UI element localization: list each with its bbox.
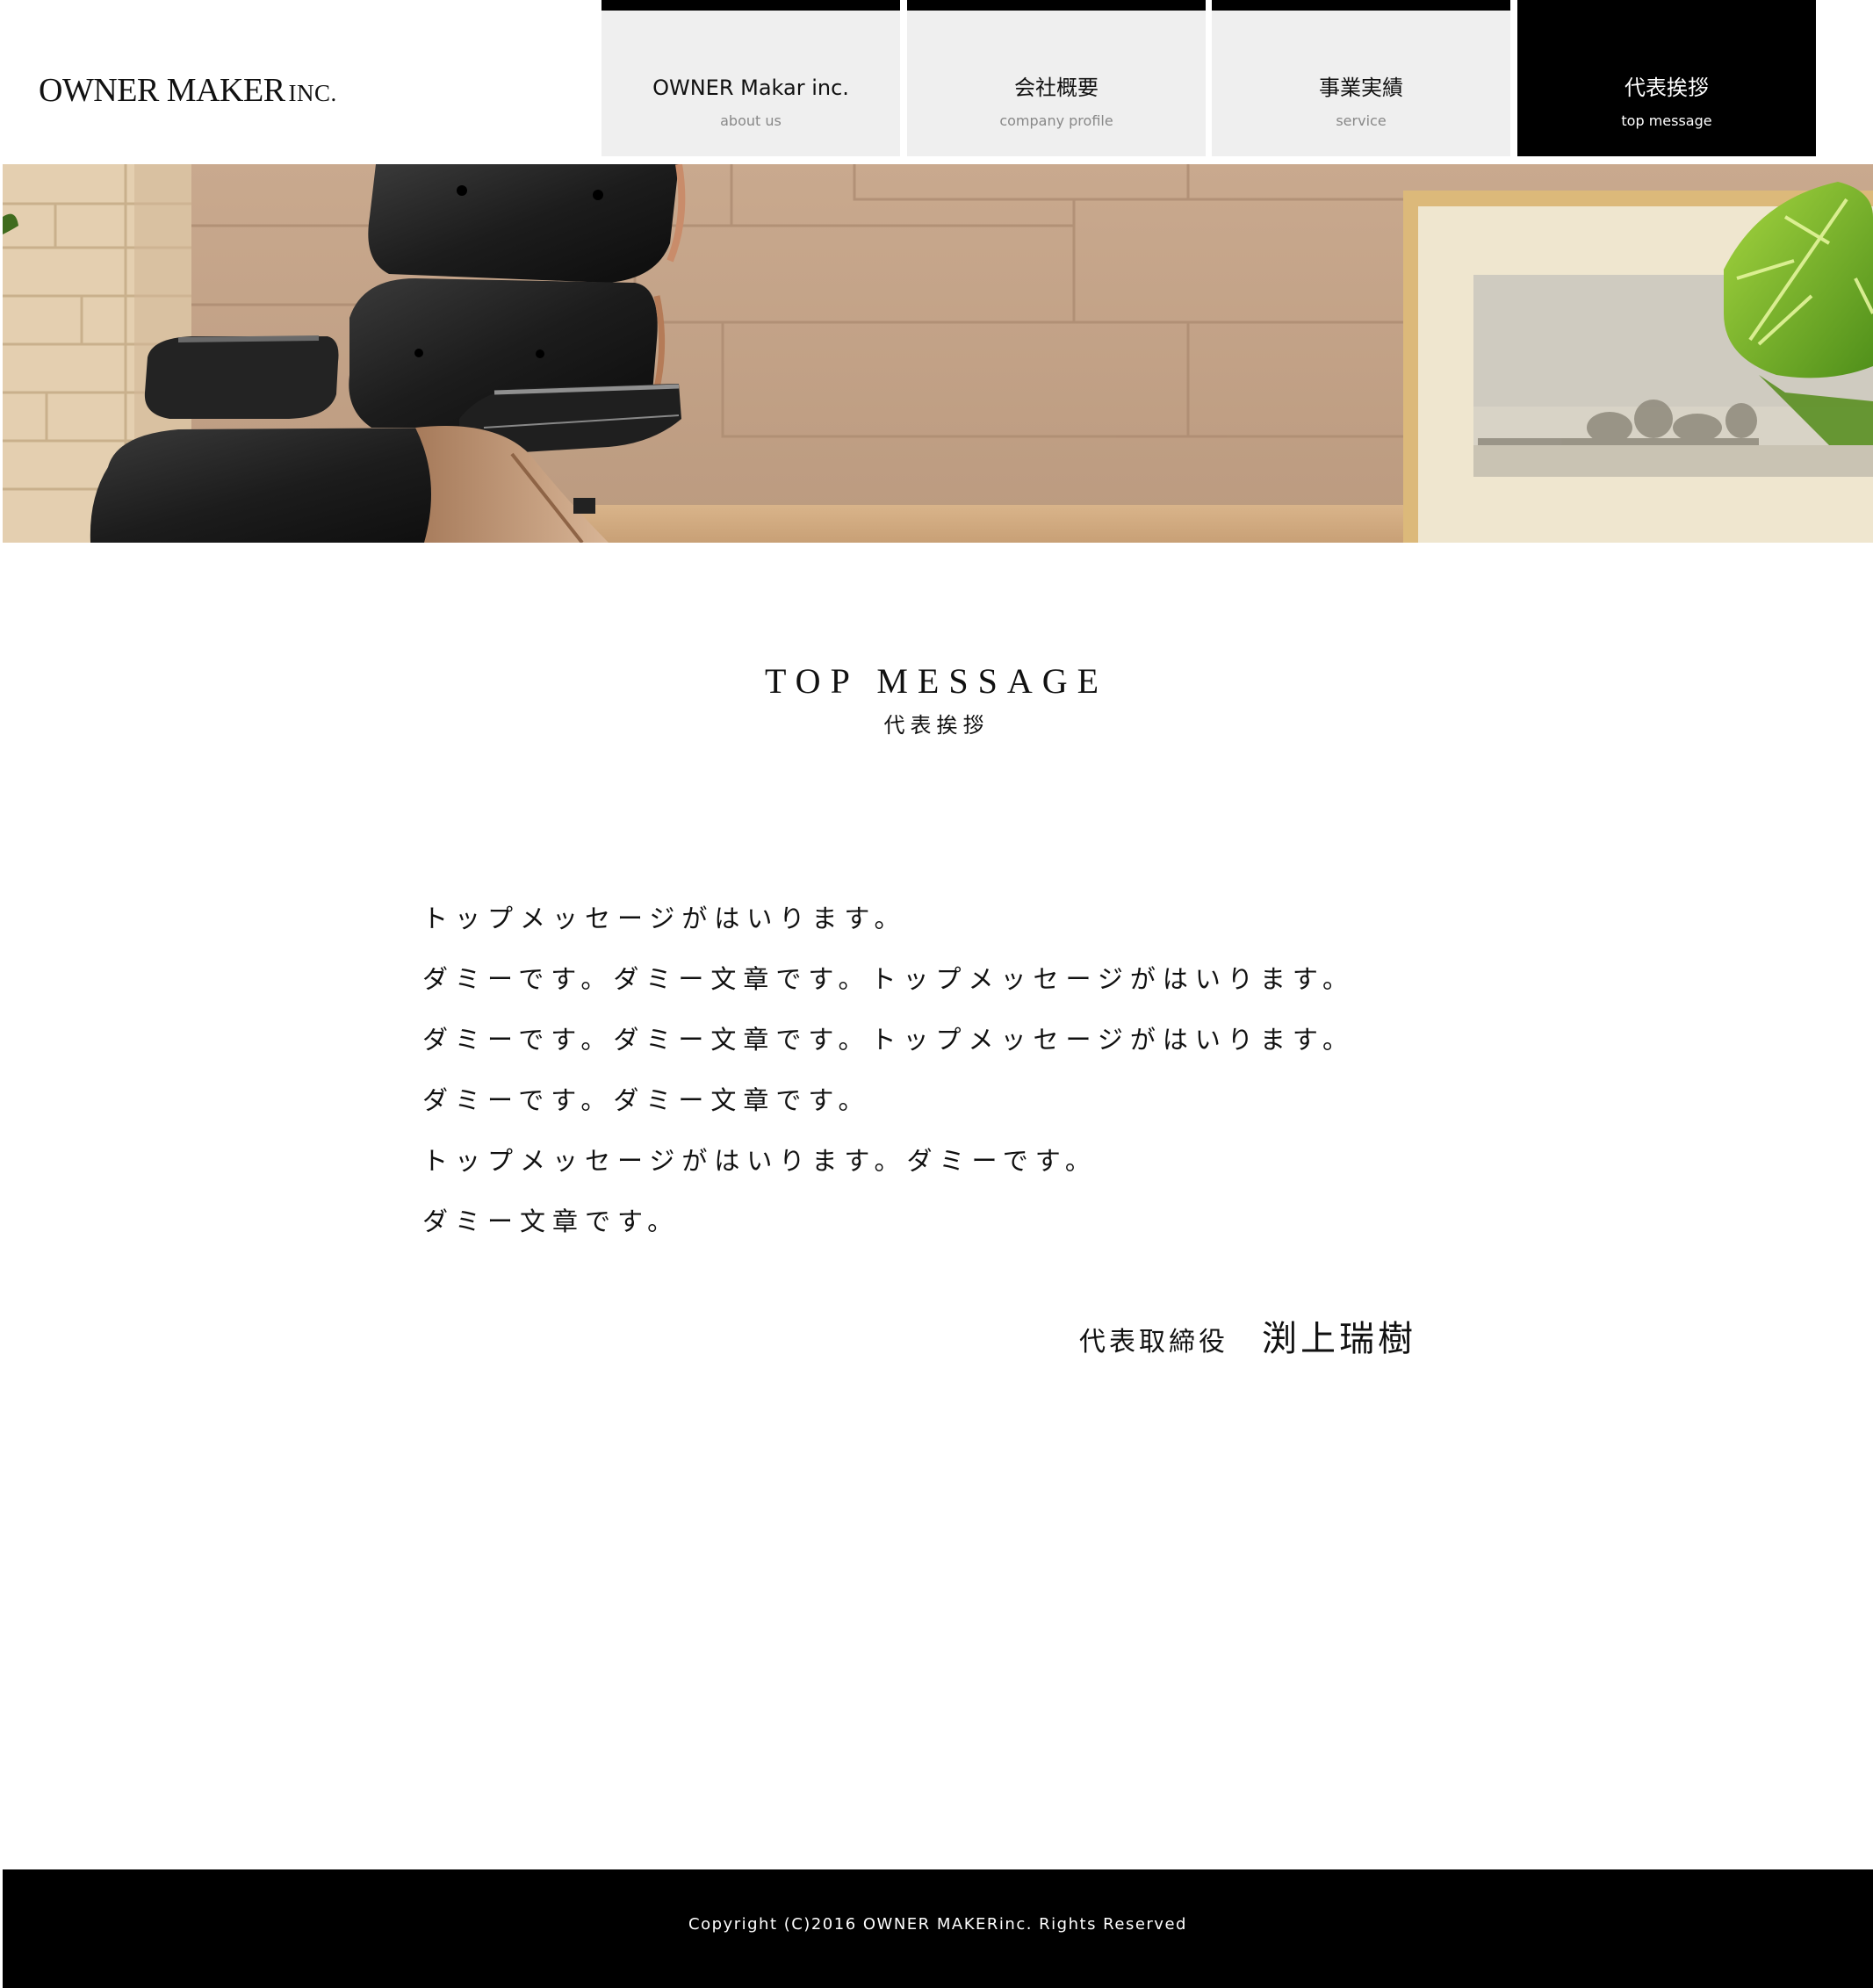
nav-item-label: OWNER Makar inc.: [652, 76, 849, 100]
message-line: トップメッセージがはいります。ダミーです。: [422, 1146, 1098, 1176]
signature-title: 代表取締役: [1079, 1327, 1228, 1358]
nav-item-top-message[interactable]: 代表挨拶 top message: [1517, 0, 1816, 156]
message-line: ダミーです。ダミー文章です。トップメッセージがはいります。: [422, 964, 1355, 994]
site-logo[interactable]: OWNER MAKER INC.: [39, 74, 337, 107]
message-line: トップメッセージがはいります。: [422, 904, 907, 933]
message-line: ダミー文章です。: [422, 1206, 681, 1236]
logo-suffix-text: INC.: [288, 80, 337, 106]
nav-item-label: 代表挨拶: [1624, 76, 1709, 100]
message-line: ダミーです。ダミー文章です。: [422, 1085, 871, 1115]
site-header: OWNER MAKER INC. OWNER Makar inc. about u…: [0, 0, 1873, 163]
nav-item-about-us[interactable]: OWNER Makar inc. about us: [602, 0, 900, 156]
logo-main-text: OWNER MAKER: [39, 72, 285, 109]
nav-item-sublabel: service: [1336, 112, 1387, 129]
hero-illustration: [3, 164, 1873, 543]
nav-item-sublabel: company profile: [999, 112, 1113, 129]
nav-item-sublabel: top message: [1621, 112, 1712, 129]
message-line: ダミーです。ダミー文章です。トップメッセージがはいります。: [422, 1025, 1355, 1055]
section-subtitle: 代表挨拶: [883, 713, 990, 738]
site-footer: Copyright (C)2016 OWNER MAKERinc. Rights…: [3, 1869, 1873, 1988]
nav-item-label: 事業実績: [1319, 76, 1403, 100]
copyright-text: Copyright (C)2016 OWNER MAKERinc. Rights…: [688, 1915, 1187, 1934]
signature: 代表取締役 渕上瑞樹: [1079, 1310, 1416, 1361]
nav-item-company-profile[interactable]: 会社概要 company profile: [907, 0, 1206, 156]
hero-image: [3, 164, 1873, 543]
nav-item-label: 会社概要: [1014, 76, 1099, 100]
signature-name: 渕上瑞樹: [1262, 1319, 1416, 1359]
top-message-body: トップメッセージがはいります。 ダミーです。ダミー文章です。トップメッセージがは…: [422, 889, 1476, 1252]
nav-item-sublabel: about us: [720, 112, 782, 129]
nav-item-service[interactable]: 事業実績 service: [1212, 0, 1510, 156]
section-title: TOP MESSAGE: [764, 661, 1109, 701]
